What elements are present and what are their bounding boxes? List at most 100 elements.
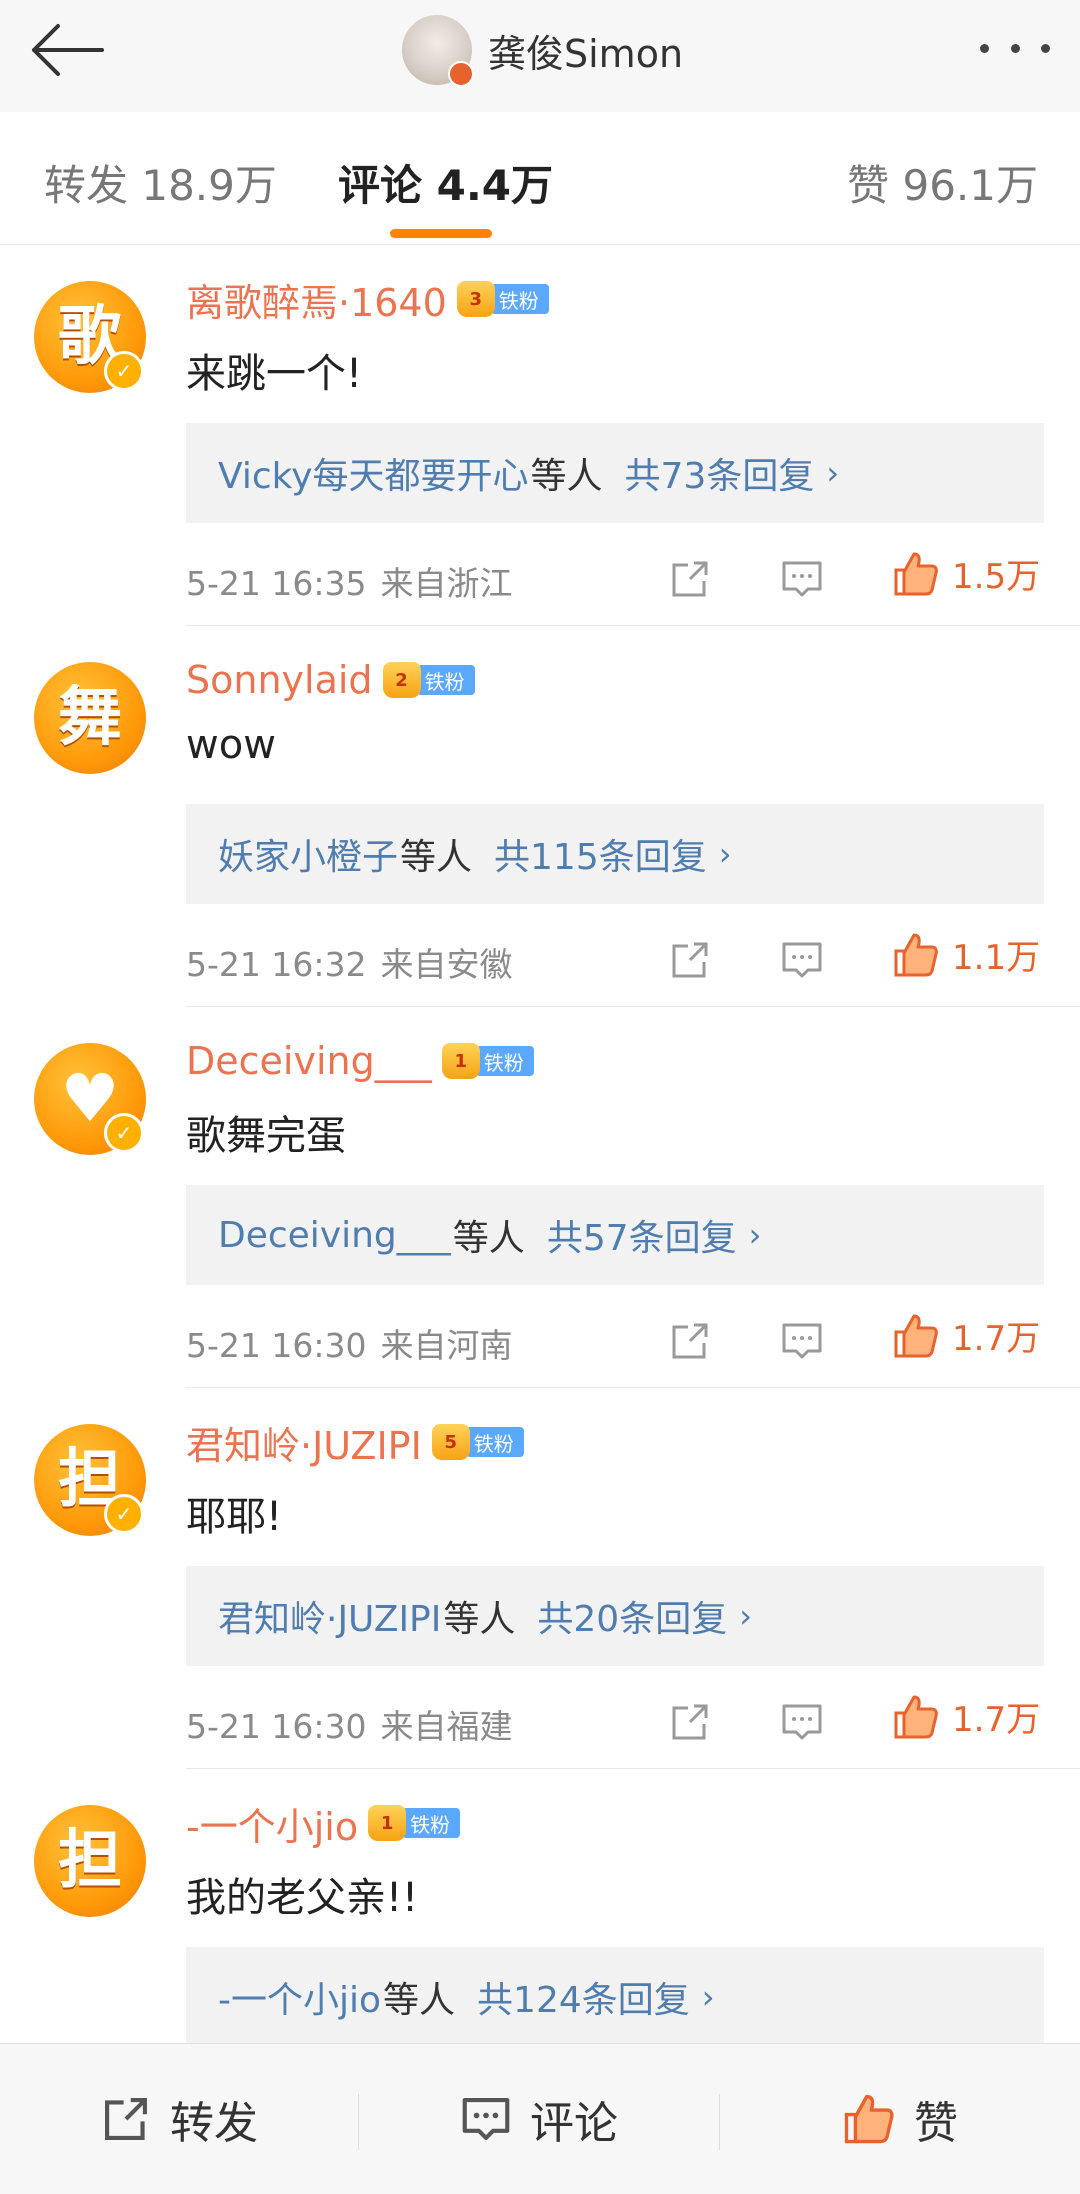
like-button[interactable]: 1.7万: [892, 1692, 1040, 1741]
fan-tag: 铁粉: [490, 284, 549, 314]
comment-text: 来跳一个!: [186, 351, 363, 397]
name-line: 离歌醉焉·1640 3 铁粉: [186, 269, 549, 329]
comment-icon[interactable]: [780, 1700, 824, 1744]
like-button[interactable]: 1.1万: [892, 930, 1040, 979]
reply-count[interactable]: 共20条回复: [537, 1590, 727, 1642]
page-title: 龚俊Simon: [488, 31, 684, 76]
crown-icon: 1: [441, 1043, 480, 1079]
commenter-name[interactable]: 离歌醉焉·1640: [186, 272, 447, 327]
comment-time: 5-21 16:32: [186, 945, 367, 984]
more-options-icon[interactable]: [980, 24, 1050, 72]
reply-suffix: 等人: [452, 1218, 525, 1259]
comment-button[interactable]: 评论: [359, 2044, 719, 2194]
fan-badge[interactable]: 1 铁粉: [441, 1043, 534, 1079]
verified-badge-icon: ✓: [104, 1113, 144, 1153]
fan-badge[interactable]: 5 铁粉: [431, 1424, 524, 1460]
reply-count[interactable]: 共73条回复: [625, 447, 815, 499]
title-group[interactable]: 龚俊Simon: [402, 14, 684, 87]
fan-tag: 铁粉: [465, 1427, 524, 1457]
commenter-avatar[interactable]: 担 ✓: [34, 1805, 146, 1917]
commenter-name[interactable]: 君知岭·JUZIPI: [186, 1415, 422, 1470]
replies-box[interactable]: Vicky每天都要开心 等人 共73条回复 ›: [186, 423, 1044, 523]
reply-names[interactable]: 君知岭·JUZIPI: [218, 1590, 441, 1642]
share-icon[interactable]: [668, 557, 712, 601]
reply-suffix: 等人: [400, 837, 473, 878]
comment-time: 5-21 16:30: [186, 1707, 367, 1746]
comment-text: 我的老父亲!!: [186, 1875, 419, 1921]
reply-names[interactable]: -一个小jio: [218, 1971, 381, 2023]
crown-icon: 1: [368, 1805, 407, 1841]
verified-badge-icon: ✓: [104, 351, 144, 391]
share-icon[interactable]: [668, 1700, 712, 1744]
fan-badge[interactable]: 3 铁粉: [456, 281, 549, 317]
fan-tag: 铁粉: [475, 1046, 534, 1076]
comment-time: 5-21 16:35: [186, 564, 367, 603]
bottom-action-bar: 转发 评论 赞: [0, 2043, 1080, 2194]
back-arrow-icon[interactable]: [28, 22, 104, 78]
thumbs-up-icon: [844, 2094, 894, 2144]
commenter-name[interactable]: Sonnylaid: [186, 658, 373, 702]
replies-box[interactable]: 妖家小橙子 等人 共115条回复 ›: [186, 804, 1044, 904]
comment-icon[interactable]: [780, 938, 824, 982]
replies-box[interactable]: -一个小jio 等人 共124条回复 ›: [186, 1947, 1044, 2047]
reply-names[interactable]: 妖家小橙子: [218, 828, 398, 880]
chevron-right-icon: ›: [826, 454, 840, 492]
repost-label: 转发: [170, 2098, 258, 2149]
comment-label: 评论: [530, 2098, 618, 2149]
commenter-avatar[interactable]: 歌 ✓: [34, 281, 146, 393]
comment-item: 歌 ✓ 离歌醉焉·1640 3 铁粉 来跳一个! Vicky每天都要开心 等人 …: [0, 245, 1080, 626]
commenter-avatar[interactable]: ♥ ✓: [34, 1043, 146, 1155]
share-icon[interactable]: [668, 1319, 712, 1363]
name-line: 君知岭·JUZIPI 5 铁粉: [186, 1412, 524, 1472]
name-line: Deceiving___ 1 铁粉: [186, 1031, 534, 1091]
reply-suffix: 等人: [530, 456, 603, 497]
fan-level: 3: [469, 288, 483, 310]
repost-button[interactable]: 转发: [0, 2044, 358, 2194]
fan-level: 1: [380, 1812, 394, 1834]
author-avatar[interactable]: [402, 15, 474, 87]
reply-count[interactable]: 共124条回复: [477, 1971, 690, 2023]
commenter-name[interactable]: Deceiving___: [186, 1039, 432, 1083]
like-count: 1.1万: [952, 938, 1041, 978]
fan-badge[interactable]: 2 铁粉: [382, 662, 475, 698]
comment-icon[interactable]: [780, 557, 824, 601]
like-count: 1.7万: [952, 1319, 1041, 1359]
reply-count[interactable]: 共57条回复: [547, 1209, 737, 1261]
chevron-right-icon: ›: [718, 835, 732, 873]
crown-icon: 3: [456, 281, 495, 317]
replies-box[interactable]: 君知岭·JUZIPI 等人 共20条回复 ›: [186, 1566, 1044, 1666]
commenter-name[interactable]: -一个小jio: [186, 1796, 358, 1851]
thumbs-up-icon: [894, 1695, 938, 1738]
commenter-avatar[interactable]: 担 ✓: [34, 1424, 146, 1536]
reply-suffix: 等人: [443, 1599, 516, 1640]
comment-location: 来自安徽: [380, 945, 513, 984]
share-icon[interactable]: [668, 938, 712, 982]
avatar-glyph: 舞: [58, 681, 122, 755]
commenter-avatar[interactable]: 舞 ✓: [34, 662, 146, 774]
tab-comments[interactable]: 评论 4.4万: [338, 152, 553, 213]
chevron-right-icon: ›: [748, 1216, 762, 1254]
comment-icon[interactable]: [780, 1319, 824, 1363]
reply-count[interactable]: 共115条回复: [494, 828, 707, 880]
tab-likes[interactable]: 赞 96.1万: [847, 152, 1038, 213]
name-line: -一个小jio 1 铁粉: [186, 1793, 461, 1853]
reply-names[interactable]: Deceiving___: [218, 1215, 451, 1256]
comment-location: 来自浙江: [380, 564, 513, 603]
like-post-button[interactable]: 赞: [720, 2044, 1080, 2194]
fan-level: 2: [395, 669, 408, 691]
verified-badge-icon: [448, 61, 474, 87]
fan-level: 5: [444, 1431, 458, 1453]
like-button[interactable]: 1.7万: [892, 1311, 1040, 1360]
crown-icon: 5: [431, 1424, 470, 1460]
top-bar: 龚俊Simon: [0, 0, 1080, 113]
chevron-right-icon: ›: [701, 1978, 715, 2016]
active-tab-indicator: [390, 229, 492, 238]
replies-box[interactable]: Deceiving___ 等人 共57条回复 ›: [186, 1185, 1044, 1285]
fan-badge[interactable]: 1 铁粉: [368, 1805, 461, 1841]
tab-repost[interactable]: 转发 18.9万: [44, 152, 277, 213]
crown-icon: 2: [382, 662, 421, 698]
reply-names[interactable]: Vicky每天都要开心: [218, 447, 529, 499]
share-icon: [105, 2098, 147, 2140]
like-button[interactable]: 1.5万: [892, 549, 1040, 598]
comment-item: 舞 ✓ Sonnylaid 2 铁粉 wow 妖家小橙子 等人 共115条回复 …: [0, 626, 1080, 1007]
